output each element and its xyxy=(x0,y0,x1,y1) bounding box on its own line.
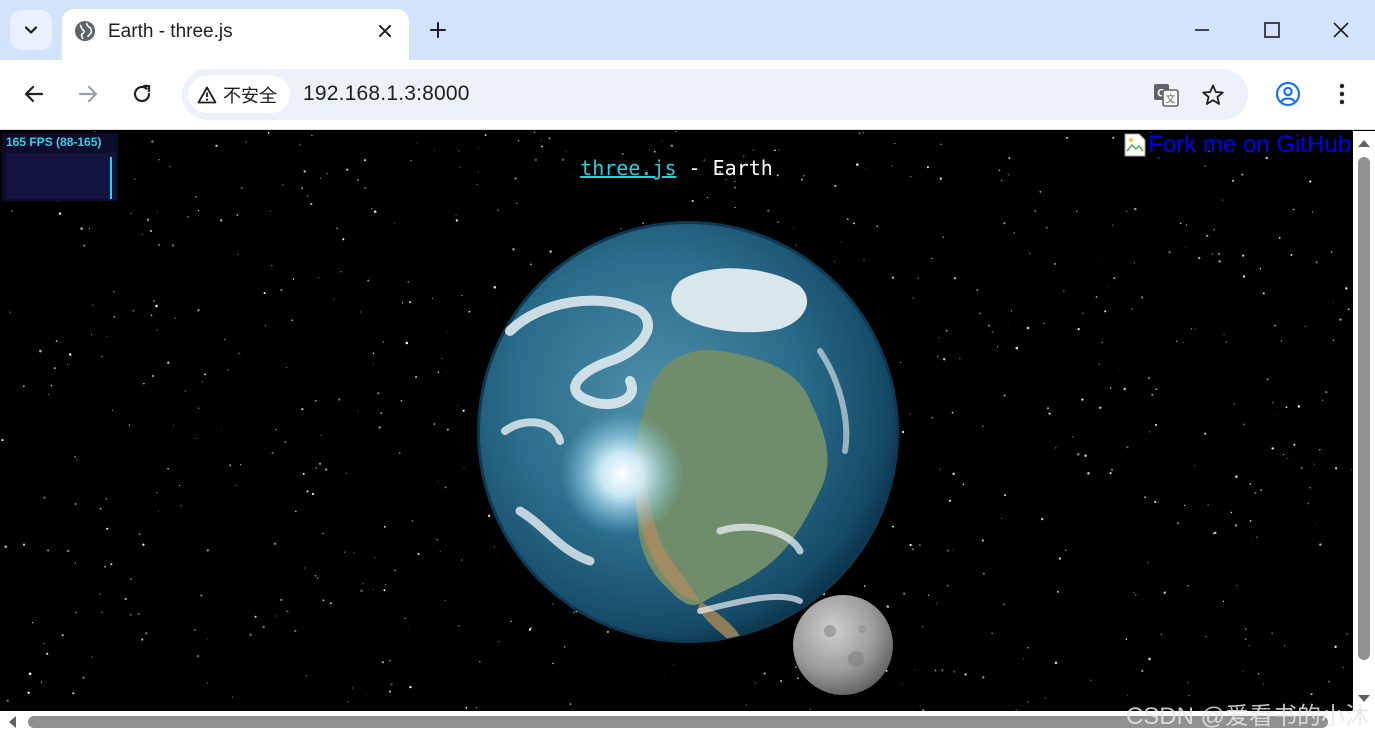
back-icon xyxy=(24,85,44,103)
menu-button[interactable] xyxy=(1324,76,1360,112)
translate-button[interactable]: G 文 xyxy=(1152,81,1180,109)
back-button[interactable] xyxy=(16,76,52,112)
fps-readout: 165 FPS (88-165) xyxy=(6,135,102,149)
window-close-icon xyxy=(1333,22,1349,38)
svg-text:文: 文 xyxy=(1166,93,1176,106)
info-header: three.js - Earth xyxy=(0,156,1353,180)
maximize-icon xyxy=(1264,22,1280,38)
url-text[interactable]: 192.168.1.3:8000 xyxy=(303,82,470,106)
toolbar: 不安全 192.168.1.3:8000 G 文 xyxy=(0,60,1375,130)
scroll-up-icon[interactable] xyxy=(1358,139,1370,147)
menu-icon xyxy=(1339,83,1345,105)
tab-strip: Earth - three.js xyxy=(0,0,1375,60)
globe-icon xyxy=(75,21,95,41)
new-tab-button[interactable] xyxy=(424,16,452,44)
page-viewport: 165 FPS (88-165) three.js - Earth Fork m… xyxy=(0,131,1353,711)
close-icon xyxy=(379,25,391,37)
moon xyxy=(793,595,893,695)
fork-me-alt-text: Fork me on GitHub xyxy=(1148,131,1351,158)
tab-earth[interactable]: Earth - three.js xyxy=(62,9,409,60)
reload-button[interactable] xyxy=(124,76,160,112)
translate-icon: G 文 xyxy=(1154,84,1179,107)
profile-icon xyxy=(1275,81,1301,107)
threejs-link[interactable]: three.js xyxy=(580,156,676,180)
security-label: 不安全 xyxy=(223,85,277,106)
plus-icon xyxy=(430,22,446,38)
tab-search-button[interactable] xyxy=(10,10,52,50)
window-close-button[interactable] xyxy=(1318,12,1364,48)
minimize-icon xyxy=(1195,29,1209,31)
warning-icon xyxy=(197,86,217,103)
forward-button[interactable] xyxy=(70,76,106,112)
webgl-canvas[interactable] xyxy=(0,131,1353,711)
forward-icon xyxy=(78,85,98,103)
info-title: - Earth xyxy=(676,156,773,180)
minimize-button[interactable] xyxy=(1179,12,1225,48)
tab-close-button[interactable] xyxy=(373,19,397,43)
fork-me-link[interactable]: Fork me on GitHub xyxy=(1124,131,1351,159)
profile-button[interactable] xyxy=(1270,76,1306,112)
maximize-button[interactable] xyxy=(1249,12,1295,48)
address-bar[interactable]: 不安全 192.168.1.3:8000 G 文 xyxy=(182,69,1248,120)
star-icon xyxy=(1202,84,1224,105)
tab-title: Earth - three.js xyxy=(108,21,233,42)
vertical-scroll-thumb[interactable] xyxy=(1358,157,1370,660)
reload-icon xyxy=(133,84,151,103)
chevron-down-icon xyxy=(24,26,38,34)
vertical-scrollbar[interactable] xyxy=(1353,131,1375,711)
bookmark-button[interactable] xyxy=(1199,81,1227,109)
broken-image-icon xyxy=(1124,133,1146,157)
scroll-left-icon[interactable] xyxy=(8,716,16,728)
csdn-watermark: CSDN @爱看书的小沐 xyxy=(1125,703,1369,730)
earth xyxy=(477,221,899,643)
security-chip[interactable]: 不安全 xyxy=(188,76,290,113)
